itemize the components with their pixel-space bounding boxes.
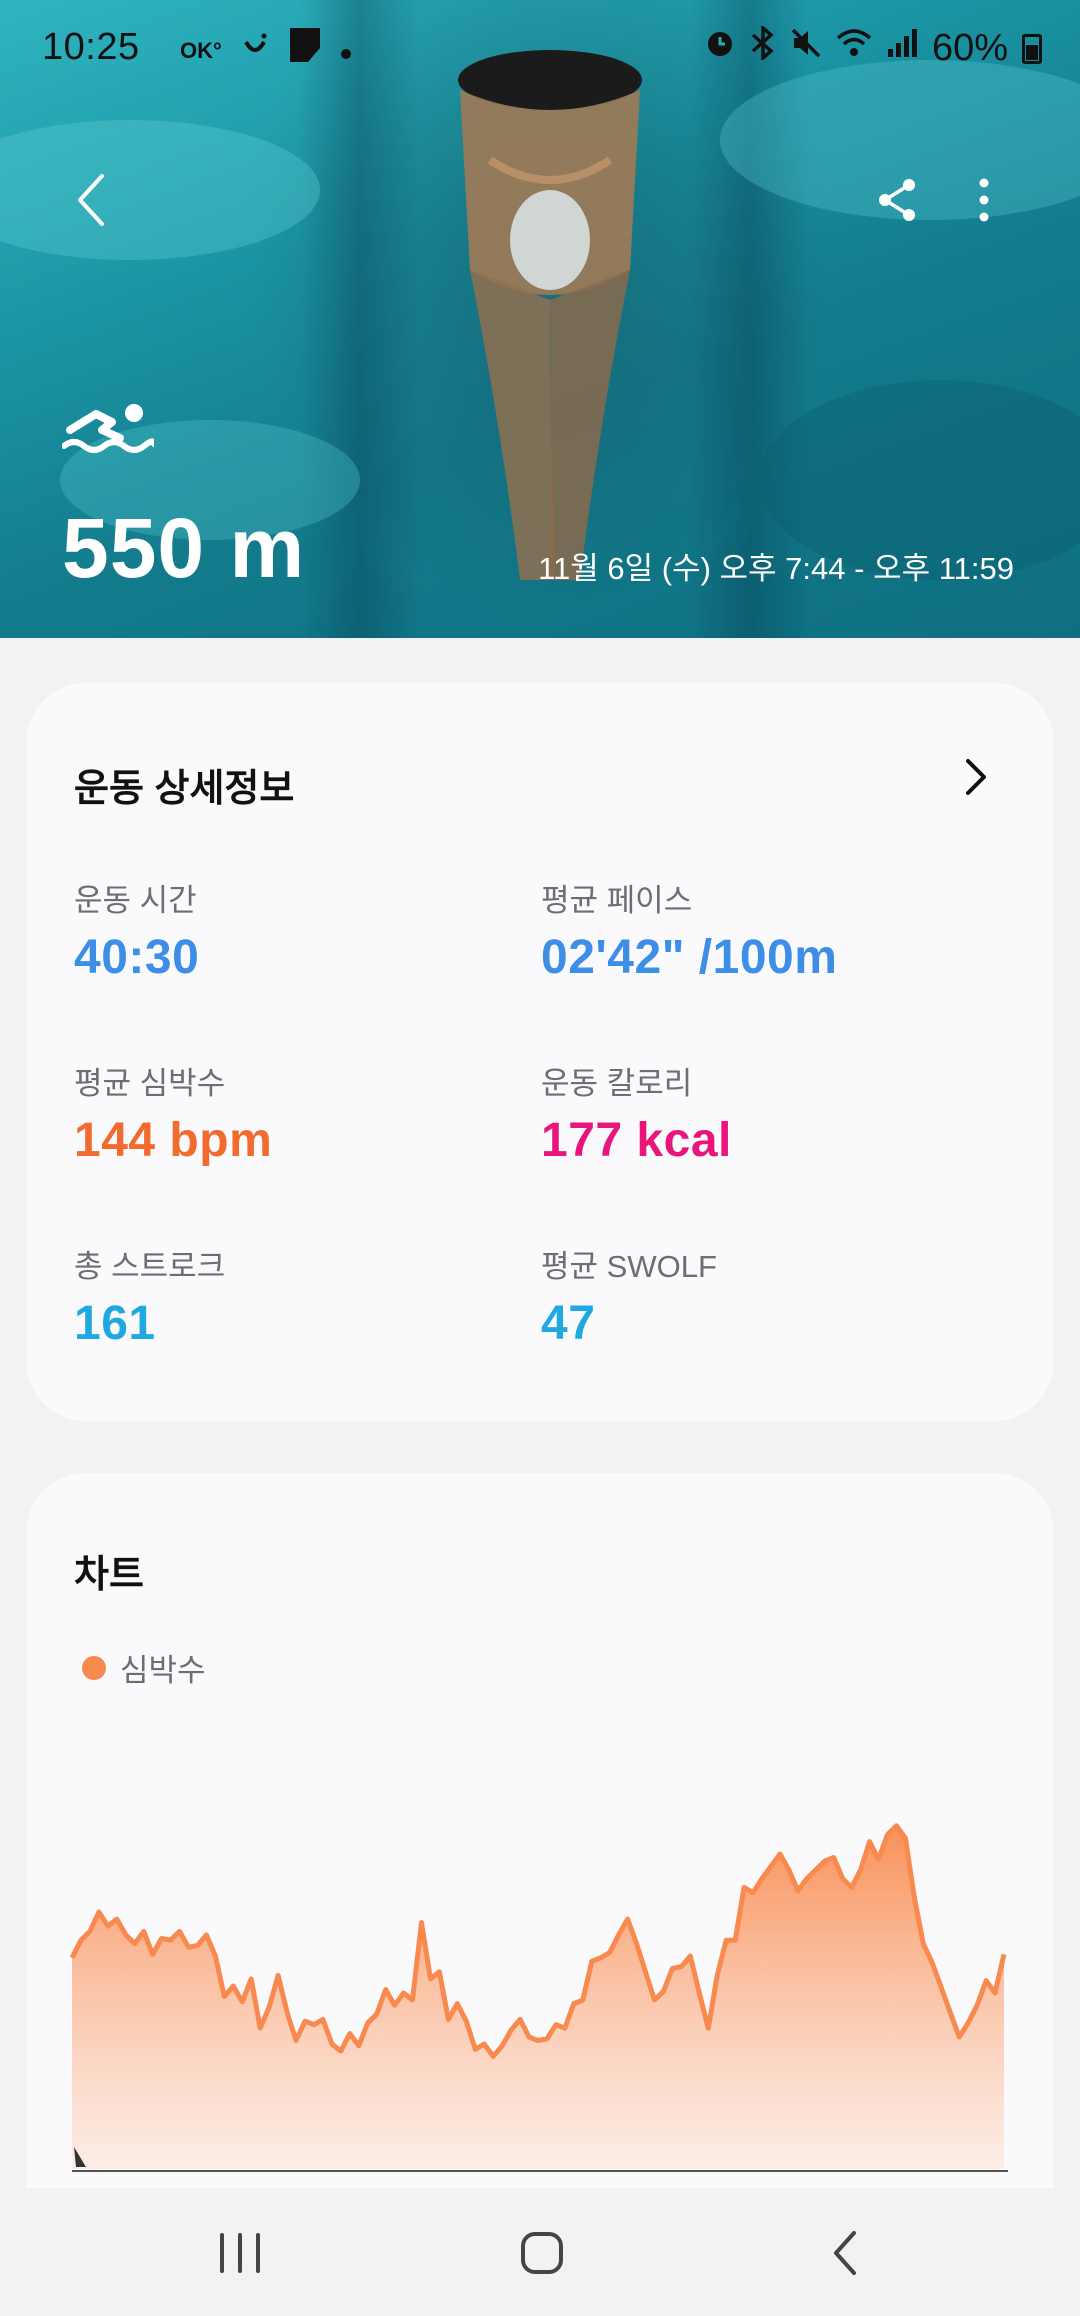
metric-value: 144 bpm <box>74 1114 273 1167</box>
swimming-icon <box>62 404 154 453</box>
metric-label: 평균 페이스 <box>541 883 693 918</box>
details-more-button[interactable] <box>946 747 1006 807</box>
metric-label: 평균 SWOLF <box>541 1249 717 1284</box>
swimmer-figure <box>458 50 642 580</box>
details-title: 운동 상세정보 <box>74 768 295 810</box>
lane-shadow <box>300 0 420 638</box>
status-bar: 10:25 OK° 60% <box>0 0 1080 92</box>
recents-icon <box>220 2233 260 2273</box>
chart-plot-area <box>69 1823 1008 2172</box>
smile-icon <box>240 30 270 71</box>
notification-square-icon <box>288 26 322 75</box>
recents-button[interactable] <box>195 2208 285 2298</box>
metric-value: 161 <box>74 1297 156 1350</box>
session-time-range: 11월 6일 (수) 오후 7:44 - 오후 11:59 <box>538 551 1014 586</box>
metric-value: 40:30 <box>74 931 200 984</box>
battery-icon <box>1022 33 1042 64</box>
more-options-button[interactable] <box>944 160 1024 240</box>
share-icon <box>879 179 915 221</box>
heart-rate-area <box>72 1825 1004 2169</box>
dot-icon <box>340 31 352 71</box>
metric-total-strokes: 총 스트로크 161 <box>74 1241 534 1351</box>
metric-label: 운동 시간 <box>74 883 197 918</box>
nav-back-button[interactable] <box>800 2208 890 2298</box>
status-left-icons: OK° <box>180 26 352 75</box>
ok-icon: OK° <box>180 37 222 63</box>
share-button[interactable] <box>858 160 938 240</box>
more-vertical-icon <box>979 178 989 222</box>
status-time: 10:25 <box>42 26 140 68</box>
workout-details-card: 운동 상세정보 운동 시간 40:30 평균 페이스 02'42" /100m … <box>26 683 1054 1421</box>
distance-value: 550 m <box>62 501 306 595</box>
metric-avg-pace: 평균 페이스 02'42" /100m <box>541 875 1001 985</box>
metric-duration: 운동 시간 40:30 <box>74 875 534 985</box>
alarm-icon <box>704 27 736 70</box>
metric-avg-swolf: 평균 SWOLF 47 <box>541 1241 1001 1351</box>
screen: 10:25 OK° 60% 550 m 11월 6일 (수) 오후 7:44 -… <box>0 0 1080 2316</box>
metric-value: 02'42" /100m <box>541 931 838 984</box>
home-button[interactable] <box>497 2208 587 2298</box>
metric-value: 47 <box>541 1297 596 1350</box>
navigation-bar <box>0 2188 1080 2316</box>
water-highlight <box>0 120 320 260</box>
home-icon <box>521 2232 563 2274</box>
back-icon <box>834 2231 856 2275</box>
wifi-icon <box>836 27 872 70</box>
chevron-left-icon <box>78 174 104 226</box>
metric-label: 총 스트로크 <box>74 1249 226 1284</box>
signal-icon <box>886 27 918 70</box>
battery-percent: 60% <box>931 27 1008 69</box>
status-right-icons: 60% <box>704 24 1042 71</box>
metric-label: 운동 칼로리 <box>541 1066 693 1101</box>
chevron-right-icon <box>966 759 986 795</box>
back-button[interactable] <box>52 160 132 240</box>
metric-avg-heart-rate: 평균 심박수 144 bpm <box>74 1058 534 1168</box>
metric-calories: 운동 칼로리 177 kcal <box>541 1058 1001 1168</box>
battery-fill <box>1026 45 1038 60</box>
metric-label: 평균 심박수 <box>74 1066 226 1101</box>
metric-value: 177 kcal <box>541 1114 732 1167</box>
bluetooth-icon <box>750 24 776 71</box>
mute-icon <box>790 27 822 70</box>
hero-photo: 10:25 OK° 60% 550 m 11월 6일 (수) 오후 7:44 -… <box>0 0 1080 638</box>
